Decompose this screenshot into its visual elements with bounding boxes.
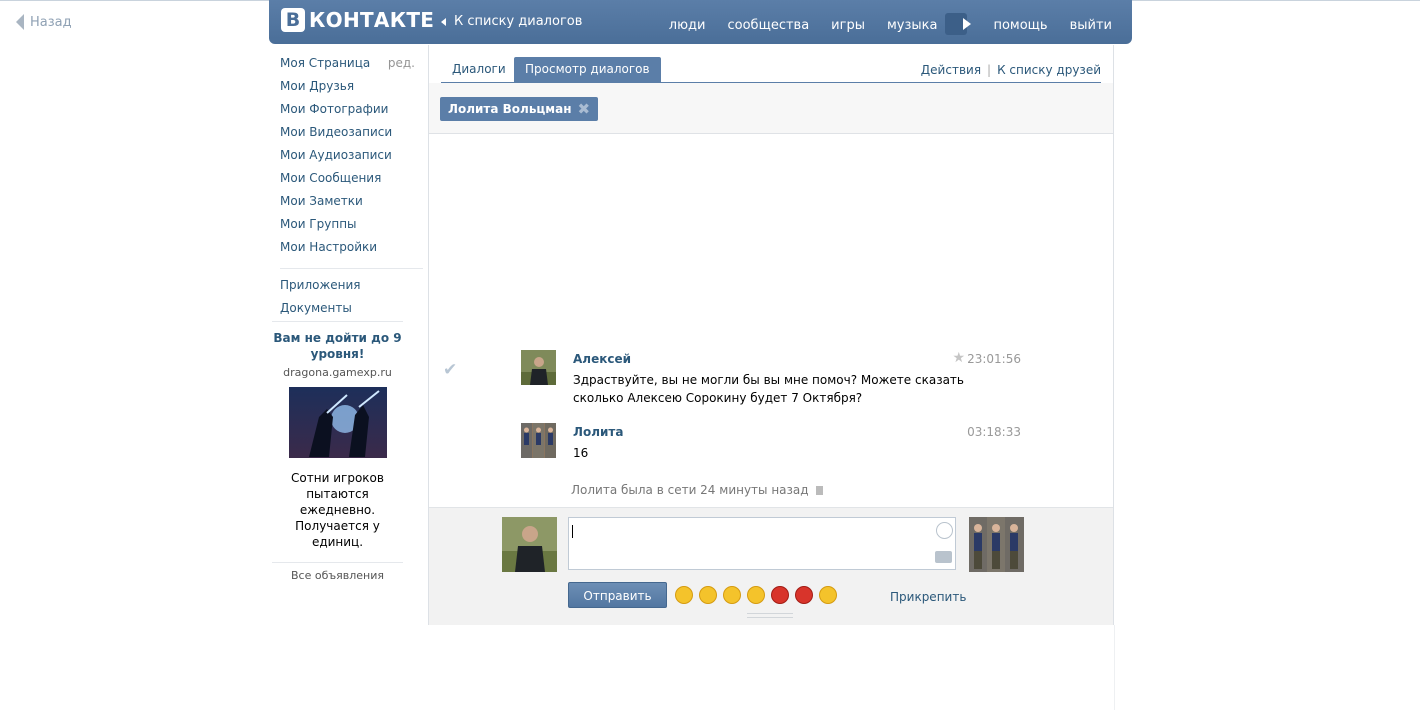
message-author[interactable]: Лолита	[573, 425, 623, 439]
browser-back-link[interactable]: Назад	[16, 14, 72, 30]
top-nav: люди сообщества игры музыка помощь выйти	[647, 13, 1112, 36]
nav-games[interactable]: игры	[831, 18, 865, 33]
tab-dialogs[interactable]: Диалоги	[441, 57, 517, 82]
message-author[interactable]: Алексей	[573, 352, 631, 366]
message-text: 16	[573, 446, 589, 460]
sidebar-item-friends[interactable]: Мои Друзья	[280, 78, 423, 101]
mobile-icon	[815, 485, 823, 495]
back-to-dialogs-label: К списку диалогов	[454, 14, 583, 29]
sidebar-item-messages[interactable]: Мои Сообщения	[280, 170, 423, 193]
logo-text: КОНТАКТЕ	[309, 8, 435, 32]
star-icon[interactable]: ★	[952, 350, 965, 366]
sidebar-item-label: Моя Страница	[280, 56, 371, 70]
laughing-face-icon[interactable]	[675, 586, 693, 604]
music-play-button[interactable]	[945, 13, 972, 35]
text-caret	[572, 525, 573, 538]
ad-title[interactable]: Вам не дойти до 9 уровня!	[272, 330, 403, 362]
no-entry-icon[interactable]	[795, 586, 813, 604]
18-plus-icon[interactable]	[771, 586, 789, 604]
separator: |	[987, 63, 992, 77]
close-icon[interactable]: ✖	[578, 97, 591, 121]
tab-bar: Диалоги Просмотр диалогов Действия | К с…	[441, 57, 1101, 83]
chip-label: Лолита Вольцман	[448, 102, 572, 116]
smiling-face-icon[interactable]	[699, 586, 717, 604]
back-label: Назад	[30, 14, 72, 30]
attach-link[interactable]: Прикрепить	[890, 590, 966, 604]
sidebar-divider	[280, 268, 423, 269]
online-status-text: Лолита была в сети 24 минуты назад	[571, 483, 809, 497]
nav-people[interactable]: люди	[669, 18, 706, 33]
avatar[interactable]	[521, 350, 556, 385]
ad-image[interactable]	[288, 387, 387, 458]
friends-list-link[interactable]: К списку друзей	[997, 63, 1101, 77]
sidebar-item-photos[interactable]: Мои Фотографии	[280, 101, 423, 124]
sidebar-item-apps[interactable]: Приложения	[280, 277, 423, 300]
message-text: Здраствуйте, вы не могли бы вы мне помоч…	[573, 373, 964, 405]
avatar[interactable]	[521, 423, 556, 458]
logo-letter: В	[281, 8, 305, 32]
smile-icon[interactable]	[936, 522, 953, 539]
participant-chip[interactable]: Лолита Вольцман ✖	[440, 97, 599, 121]
nav-help[interactable]: помощь	[993, 18, 1047, 33]
vk-logo[interactable]: В КОНТАКТЕ	[281, 8, 434, 32]
ad-block: Вам не дойти до 9 уровня! dragona.gamexp…	[272, 321, 403, 582]
all-ads-link[interactable]: Все объявления	[272, 569, 403, 582]
ad-domain: dragona.gamexp.ru	[283, 366, 392, 379]
check-icon[interactable]: ✔	[443, 360, 457, 380]
ad-divider-top	[272, 321, 403, 322]
neutral-face-icon[interactable]	[723, 586, 741, 604]
sidebar-item-settings[interactable]: Мои Настройки	[280, 239, 423, 262]
resize-handle[interactable]	[747, 613, 793, 618]
nav-logout[interactable]: выйти	[1070, 18, 1112, 33]
sidebar: Моя Страница ред. Мои Друзья Мои Фотогра…	[280, 55, 423, 323]
compose-area: Отправить Прикрепить	[429, 507, 1113, 625]
edit-link[interactable]: ред.	[388, 55, 415, 71]
message-input[interactable]	[568, 517, 956, 570]
sidebar-item-documents[interactable]: Документы	[280, 300, 423, 323]
page-right-border	[1114, 625, 1115, 710]
sidebar-item-videos[interactable]: Мои Видеозаписи	[280, 124, 423, 147]
grinning-face-icon[interactable]	[747, 586, 765, 604]
emoji-bar	[675, 586, 837, 604]
play-icon	[963, 18, 972, 30]
message-time: 23:01:56	[967, 352, 1021, 366]
actions-link[interactable]: Действия	[921, 63, 981, 77]
send-button[interactable]: Отправить	[568, 582, 667, 608]
sunglasses-face-icon[interactable]	[819, 586, 837, 604]
my-avatar[interactable]	[502, 517, 557, 572]
back-to-dialogs-link[interactable]: К списку диалогов	[441, 14, 582, 29]
message-time: 03:18:33	[967, 425, 1021, 439]
tab-actions: Действия | К списку друзей	[921, 63, 1101, 77]
header-bar: В КОНТАКТЕ К списку диалогов люди сообще…	[269, 0, 1132, 44]
dialog-panel: Диалоги Просмотр диалогов Действия | К с…	[428, 45, 1114, 625]
sidebar-item-audio[interactable]: Мои Аудиозаписи	[280, 147, 423, 170]
camera-icon[interactable]	[935, 551, 952, 563]
sidebar-item-notes[interactable]: Мои Заметки	[280, 193, 423, 216]
back-arrow-icon	[16, 14, 24, 30]
message-item: Алексей ★ 23:01:56 Здраствуйте, вы не мо…	[521, 350, 1021, 410]
sidebar-item-groups[interactable]: Мои Группы	[280, 216, 423, 239]
arrow-left-icon	[441, 17, 446, 26]
filter-area: Лолита Вольцман ✖	[429, 83, 1113, 134]
online-status: Лолита была в сети 24 минуты назад	[571, 483, 823, 497]
ad-divider-bottom	[272, 562, 403, 563]
tab-view-dialogs[interactable]: Просмотр диалогов	[514, 57, 661, 82]
message-item: Лолита 03:18:33 16	[521, 423, 1021, 463]
nav-music[interactable]: музыка	[887, 18, 938, 33]
recipient-avatar[interactable]	[969, 517, 1024, 572]
sidebar-item-my-page[interactable]: Моя Страница ред.	[280, 55, 423, 78]
nav-communities[interactable]: сообщества	[728, 18, 810, 33]
ad-description: Сотни игроков пытаются ежедневно. Получа…	[291, 471, 384, 549]
